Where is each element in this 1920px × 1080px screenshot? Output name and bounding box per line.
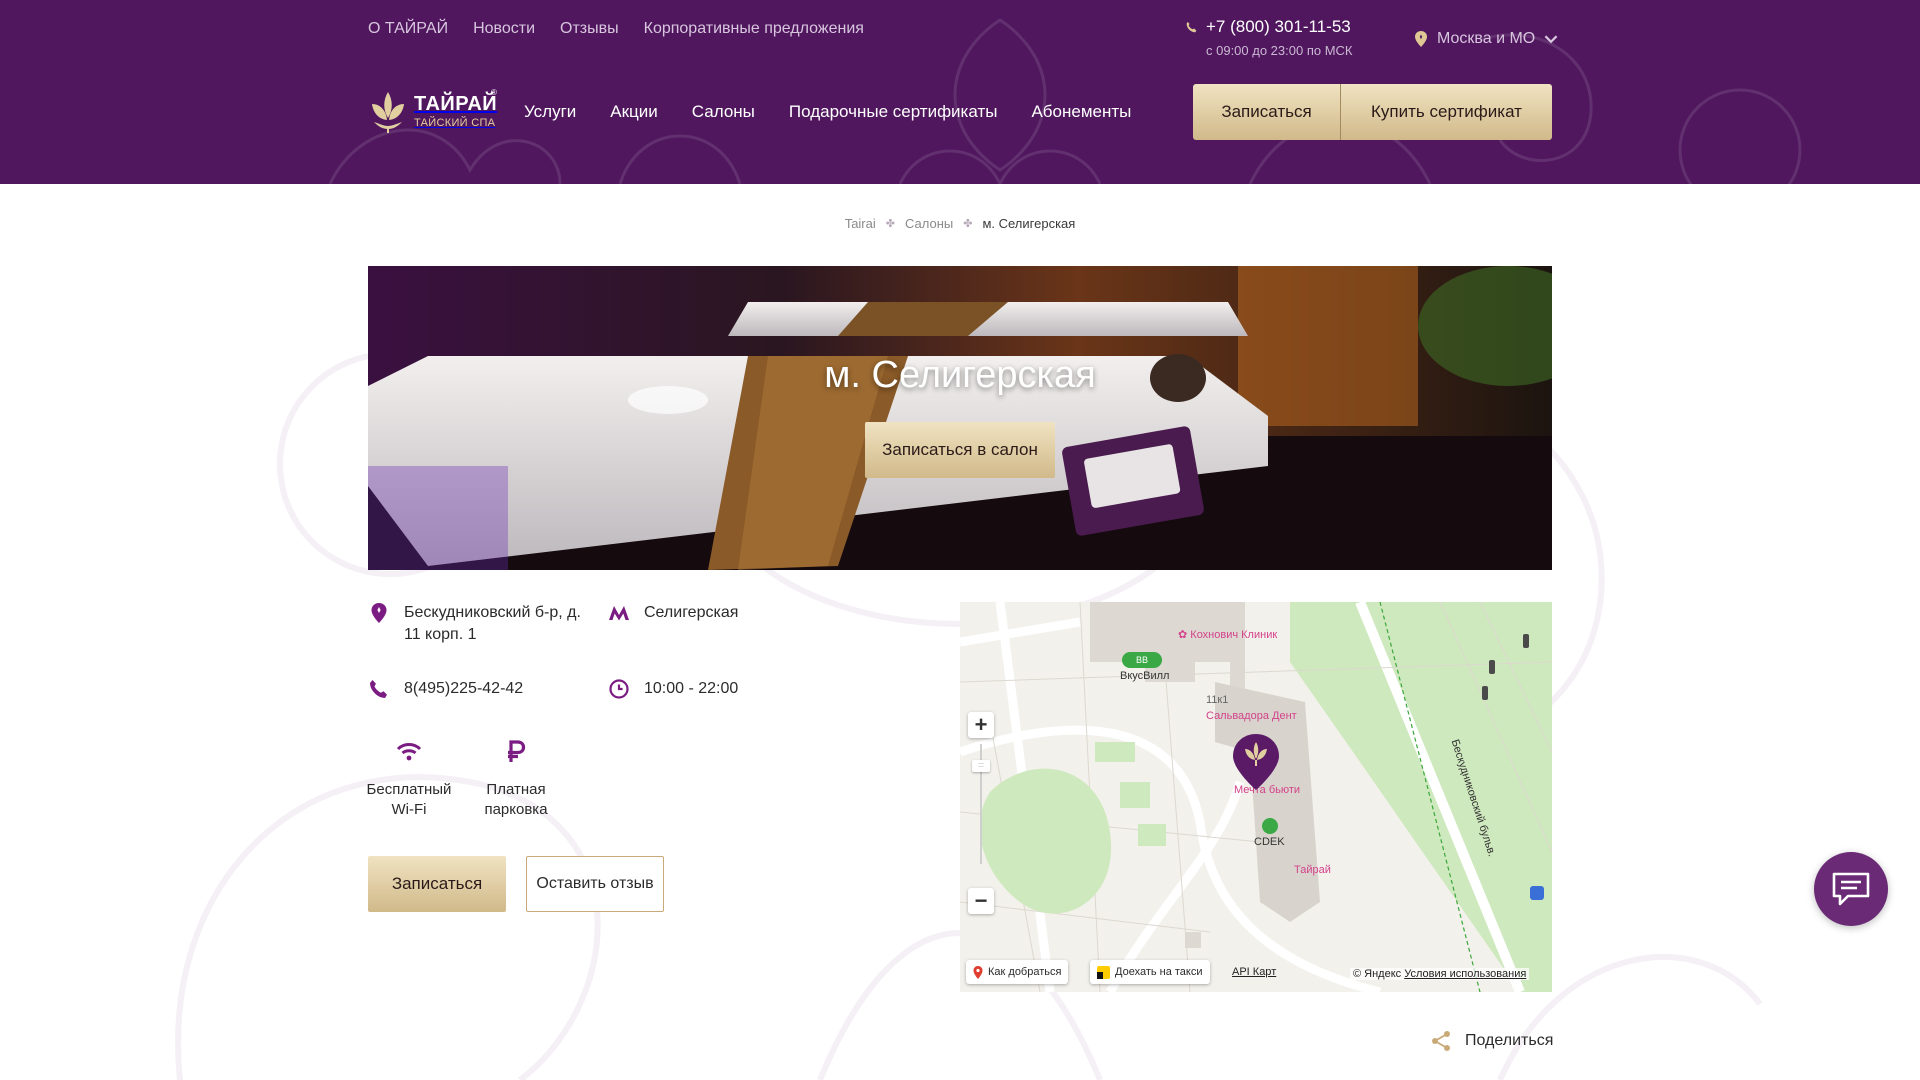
route-pin-icon (973, 965, 983, 979)
nav-promotions[interactable]: Акции (610, 102, 658, 122)
map-canvas (960, 602, 1552, 992)
book-salon-button[interactable]: Записаться в салон (865, 422, 1055, 478)
header-ornament (328, 18, 1802, 184)
header-actions: Записаться Купить сертификат (1193, 84, 1552, 140)
map-label-cdek: CDEK (1254, 836, 1285, 848)
header-phone-link[interactable]: +7 (800) 301-11-53 (1206, 17, 1351, 37)
map-zoom-in-button[interactable]: + (968, 712, 994, 738)
breadcrumb-current: м. Селигерская (982, 216, 1076, 231)
salon-hours: 10:00 - 22:00 (608, 678, 738, 700)
phone-icon (370, 680, 387, 698)
top-nav-news[interactable]: Новости (473, 20, 535, 38)
ruble-icon (508, 740, 526, 762)
nav-services[interactable]: Услуги (524, 102, 576, 122)
nav-gift-certificates[interactable]: Подарочные сертификаты (789, 102, 998, 122)
amenity-parking-label: Платная парковка (484, 781, 548, 818)
breadcrumb-separator-icon: ✤ (885, 218, 895, 230)
logo-title: ТАЙРАЙ (414, 92, 498, 115)
tairai-logo[interactable]: ТАЙРАЙ ТАЙСКИЙ СПА ® (368, 86, 503, 136)
map-label-tairai: Тайрай (1294, 864, 1331, 876)
map-zoom-out-button[interactable]: − (968, 888, 994, 914)
metro-icon (609, 606, 629, 621)
breadcrumb: Tairai ✤ Салоны ✤ м. Селигерская (0, 216, 1920, 231)
map-label-dent: Сальвадора Дент (1206, 710, 1297, 722)
map-api-link[interactable]: API Карт (1232, 966, 1276, 978)
nav-subscriptions[interactable]: Абонементы (1031, 102, 1131, 122)
header-book-button[interactable]: Записаться (1193, 84, 1341, 140)
share-button[interactable]: Поделиться (1430, 1030, 1553, 1052)
vkusvill-icon: ВВ (1122, 652, 1162, 668)
phone-block: +7 (800) 301-11-53 с 09:00 до 23:00 по М… (1185, 17, 1353, 58)
chevron-down-icon (1544, 35, 1558, 44)
city-label: Москва и МО (1437, 30, 1536, 47)
top-nav: О ТАЙРАЙ Новости Отзывы Корпоративные пр… (368, 20, 864, 38)
top-nav-corporate[interactable]: Корпоративные предложения (644, 20, 864, 38)
wifi-icon (396, 743, 422, 761)
main-nav: Услуги Акции Салоны Подарочные сертифика… (524, 102, 1131, 122)
map-route-button[interactable]: Как добраться (966, 960, 1069, 984)
buy-certificate-button[interactable]: Купить сертификат (1341, 84, 1552, 140)
salon-phone-link[interactable]: 8(495)225-42-42 (404, 678, 523, 700)
yandex-map[interactable]: ✿ Кохнович Клиник ВВ ВкусВилл 11к1 Сальв… (960, 602, 1552, 992)
salon-hero: м. Селигерская Записаться в салон (368, 266, 1552, 570)
location-pin-icon (371, 603, 387, 623)
hours-text: 10:00 - 22:00 (644, 680, 739, 697)
map-terms-link[interactable]: Условия использования (1404, 968, 1526, 980)
signup-button[interactable]: Записаться (368, 856, 506, 912)
header-hours: с 09:00 до 23:00 по МСК (1206, 43, 1353, 58)
registered-mark: ® (491, 88, 497, 97)
breadcrumb-salons[interactable]: Салоны (905, 216, 953, 231)
lotus-logo-icon (372, 92, 404, 133)
clock-icon (609, 679, 629, 699)
chat-widget-button[interactable] (1814, 852, 1888, 926)
salon-map-marker-icon[interactable] (1230, 732, 1282, 792)
map-label-building: 11к1 (1206, 694, 1229, 706)
leave-review-button[interactable]: Оставить отзыв (526, 856, 664, 912)
map-taxi-button[interactable]: Доехать на такси (1090, 960, 1210, 984)
amenity-wifi: Бесплатный Wi-Fi (354, 740, 464, 820)
location-pin-icon (1415, 31, 1427, 47)
amenity-wifi-label: Бесплатный Wi-Fi (366, 781, 452, 818)
nav-salons[interactable]: Салоны (692, 102, 755, 122)
site-header: О ТАЙРАЙ Новости Отзывы Корпоративные пр… (0, 0, 1920, 184)
metro-text: Селигерская (644, 604, 739, 621)
breadcrumb-separator-icon: ✤ (963, 218, 973, 230)
hero-title: м. Селигерская (824, 354, 1096, 396)
logo-subtitle: ТАЙСКИЙ СПА (414, 116, 496, 129)
map-label-vkusvill: ВкусВилл (1120, 670, 1170, 682)
city-selector[interactable]: Москва и МО (1414, 30, 1558, 48)
salon-metro: Селигерская (608, 602, 738, 624)
share-icon (1432, 1031, 1450, 1051)
top-nav-reviews[interactable]: Отзывы (560, 20, 619, 38)
taxi-icon (1097, 965, 1110, 979)
top-nav-about[interactable]: О ТАЙРАЙ (368, 20, 448, 38)
map-copyright: © Яндекс Условия использования (1350, 968, 1530, 980)
salon-address: Бескудниковский б-р, д. 11 корп. 1 (368, 602, 598, 646)
amenity-parking: Платная парковка (461, 740, 571, 820)
map-label-clinic: ✿ Кохнович Клиник (1178, 629, 1278, 641)
phone-icon (1186, 21, 1197, 32)
chat-bubble-icon (1832, 872, 1870, 906)
address-text: Бескудниковский б-р, д. 11 корп. 1 (404, 604, 581, 643)
salon-photo (368, 266, 1552, 570)
salon-phone: 8(495)225-42-42 (368, 678, 523, 700)
breadcrumb-home[interactable]: Tairai (845, 216, 876, 231)
cdek-icon (1262, 818, 1278, 834)
share-label: Поделиться (1465, 1032, 1554, 1049)
map-zoom-slider-handle[interactable]: ::: (972, 760, 990, 772)
